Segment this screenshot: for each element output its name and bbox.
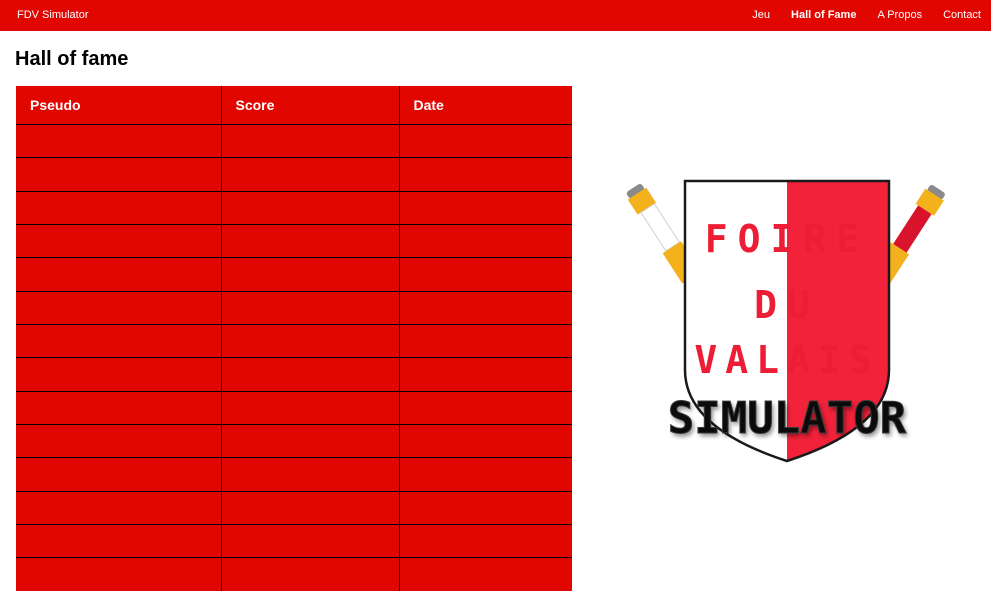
- table-cell-pseudo: [16, 157, 222, 192]
- table-row: [16, 290, 572, 325]
- table-cell-score: [221, 324, 400, 358]
- column-header-pseudo: Pseudo: [16, 86, 222, 125]
- table-cell-pseudo: [16, 190, 222, 225]
- table-cell-date: [399, 157, 572, 192]
- table-row: [16, 157, 572, 192]
- table-cell-date: [399, 424, 572, 458]
- table-body: [16, 123, 572, 591]
- table-row: [16, 357, 572, 392]
- table-row: [16, 324, 572, 358]
- table-cell-score: [221, 357, 400, 392]
- table-cell-date: [399, 324, 572, 358]
- table-cell-pseudo: [16, 490, 222, 525]
- table-cell-pseudo: [16, 290, 222, 325]
- table-cell-date: [399, 357, 572, 392]
- table-cell-score: [221, 390, 400, 425]
- column-header-date: Date: [413, 97, 444, 113]
- logo-line-simulator: SIMULATOR: [668, 393, 907, 444]
- table-cell-pseudo: [16, 324, 222, 358]
- table-cell-pseudo: [16, 390, 222, 425]
- table-cell-pseudo: [16, 224, 222, 258]
- nav-links: Jeu Hall of Fame A Propos Contact: [731, 9, 981, 21]
- table-row: [16, 224, 572, 258]
- table-cell-pseudo: [16, 524, 222, 558]
- table-cell-score: [221, 190, 400, 225]
- table-header-row: Pseudo Score Date: [16, 86, 572, 125]
- table-row: [16, 190, 572, 225]
- table-cell-score: [221, 224, 400, 258]
- table-cell-score: [221, 290, 400, 325]
- table-cell-score: [221, 157, 400, 192]
- table-cell-pseudo: [16, 557, 222, 591]
- brand-link[interactable]: FDV Simulator: [17, 9, 89, 21]
- table-row: [16, 424, 572, 458]
- table-cell-date: [399, 290, 572, 325]
- table-row: [16, 457, 572, 492]
- table-cell-date: [399, 190, 572, 225]
- table-cell-score: [221, 123, 400, 158]
- table-cell-pseudo: [16, 424, 222, 458]
- table-cell-pseudo: [16, 257, 222, 292]
- table-row: [16, 390, 572, 425]
- hall-of-fame-table: Pseudo Score Date: [16, 86, 572, 591]
- navbar: FDV Simulator Jeu Hall of Fame A Propos …: [0, 0, 991, 31]
- table-cell-score: [221, 257, 400, 292]
- table-cell-pseudo: [16, 357, 222, 392]
- table-cell-score: [221, 490, 400, 525]
- column-header-score: Score: [221, 86, 400, 125]
- table-cell-score: [221, 557, 400, 591]
- table-cell-date: [399, 457, 572, 492]
- logo-line-foire: FOIRE: [705, 217, 869, 261]
- nav-link-a-propos[interactable]: A Propos: [877, 9, 922, 21]
- table-cell-pseudo: [16, 457, 222, 492]
- fdv-simulator-logo: FOIRE DU VALAIS SIMULATOR SIMULATOR: [610, 170, 960, 470]
- table-row: [16, 123, 572, 158]
- table-cell-date: [399, 123, 572, 158]
- table-row: [16, 257, 572, 292]
- table-cell-score: [221, 457, 400, 492]
- nav-link-hall-of-fame[interactable]: Hall of Fame: [791, 9, 856, 21]
- nav-link-contact[interactable]: Contact: [943, 9, 981, 21]
- table-cell-date: [399, 257, 572, 292]
- table-cell-score: [221, 524, 400, 558]
- table-row: [16, 557, 572, 591]
- logo-line-valais: VALAIS: [694, 338, 879, 382]
- nav-link-jeu[interactable]: Jeu: [752, 9, 770, 21]
- table-cell-date: [399, 390, 572, 425]
- table-row: [16, 524, 572, 558]
- table-cell-date: [399, 490, 572, 525]
- table-cell-date: [399, 224, 572, 258]
- page-title: Hall of fame: [15, 48, 129, 70]
- table-cell-pseudo: [16, 123, 222, 158]
- table-cell-date: [399, 524, 572, 558]
- table-row: [16, 490, 572, 525]
- logo-line-du: DU: [754, 283, 820, 327]
- table-cell-score: [221, 424, 400, 458]
- table-cell-date: [399, 557, 572, 591]
